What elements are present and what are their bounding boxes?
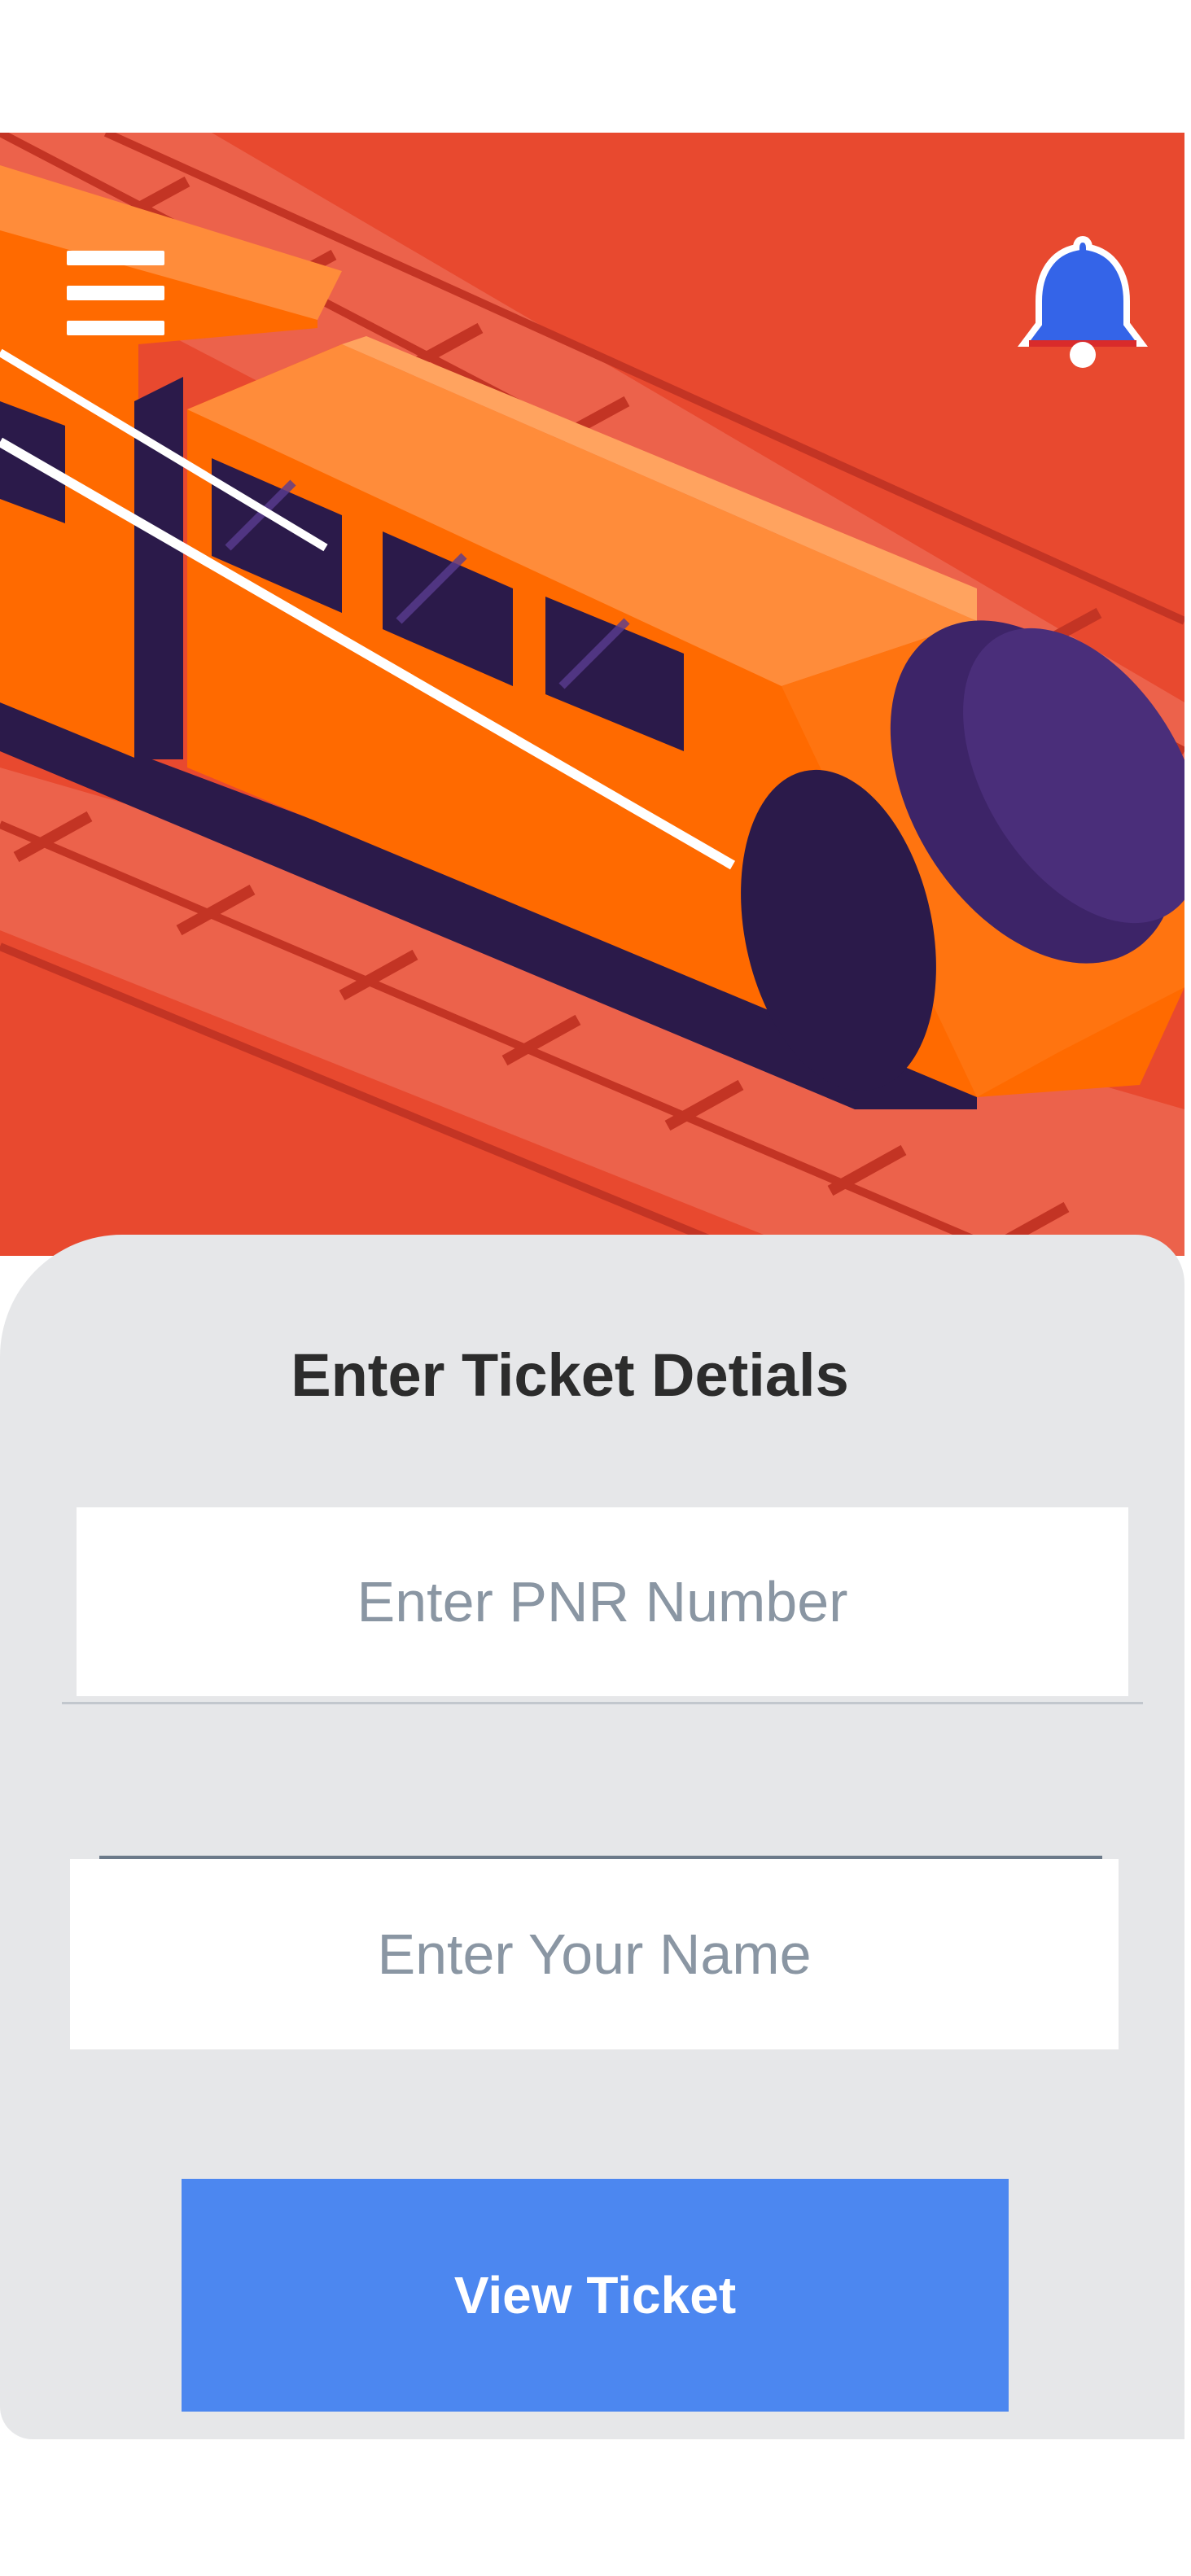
pnr-input[interactable] xyxy=(77,1507,1128,1697)
name-input[interactable] xyxy=(70,1858,1119,2050)
ticket-form-card: Enter Ticket Detials View Ticket xyxy=(0,1235,1184,2439)
menu-bar xyxy=(67,286,164,300)
form-title: Enter Ticket Detials xyxy=(291,1341,849,1409)
pnr-field-container xyxy=(77,1507,1128,1697)
menu-bar xyxy=(67,251,164,265)
view-ticket-button[interactable]: View Ticket xyxy=(182,2179,1009,2412)
menu-bar xyxy=(67,321,164,335)
hamburger-menu-icon[interactable] xyxy=(67,251,164,335)
name-field-container xyxy=(70,1858,1119,2050)
train-illustration xyxy=(0,133,1184,1256)
bell-icon[interactable] xyxy=(1018,233,1148,371)
bell-glyph xyxy=(1018,235,1148,368)
app-screen: Enter Ticket Detials View Ticket xyxy=(0,0,1191,2576)
pnr-underline xyxy=(62,1702,1143,1704)
hero-banner xyxy=(0,133,1184,1256)
